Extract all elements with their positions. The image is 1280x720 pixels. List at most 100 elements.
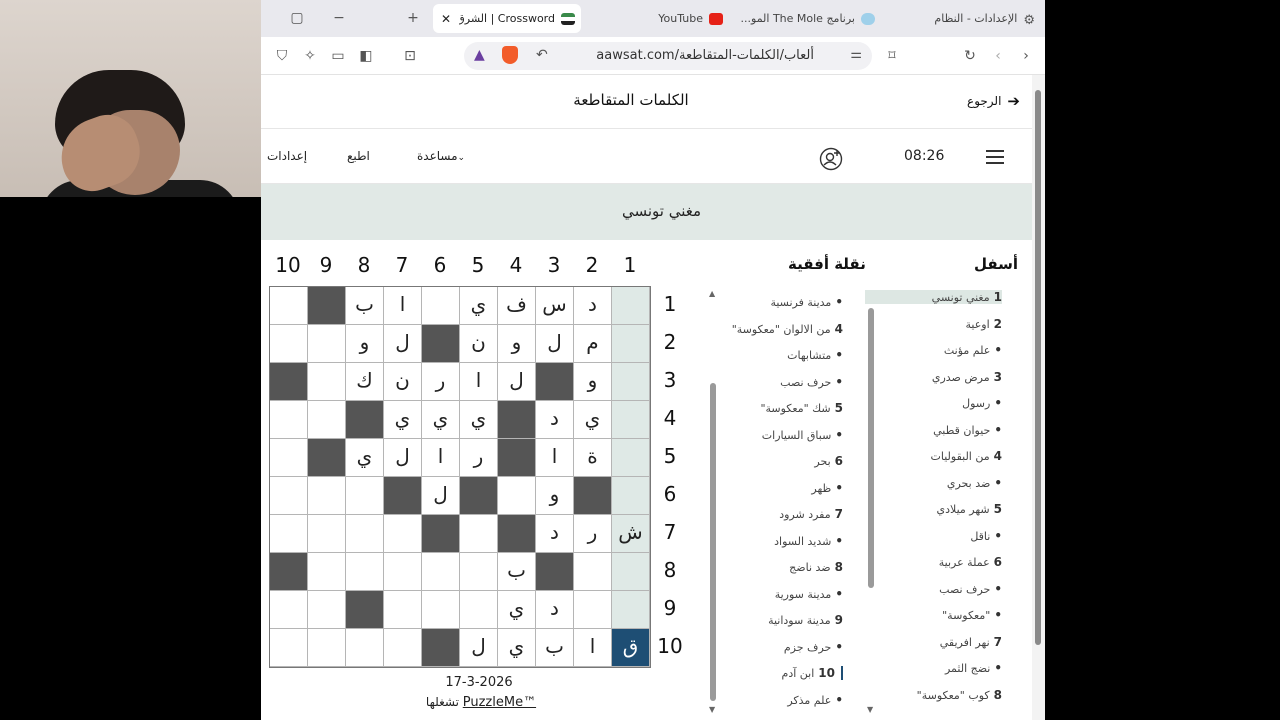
grid-cell[interactable]: ا bbox=[460, 363, 498, 401]
tab-the-mole[interactable]: برنامج The Mole المو... bbox=[741, 4, 881, 33]
extensions-icon[interactable]: ✧ bbox=[301, 47, 319, 65]
grid-cell[interactable] bbox=[270, 477, 308, 515]
grid-cell[interactable]: ب bbox=[346, 287, 384, 325]
grid-cell[interactable]: ي bbox=[422, 401, 460, 439]
clue-item[interactable]: 1مغني تونسي bbox=[865, 290, 1002, 304]
url-text[interactable]: aawsat.com/ألعاب/الكلمات-المتقاطعة bbox=[596, 48, 814, 63]
grid-cell[interactable]: ي bbox=[498, 629, 536, 667]
grid-cell[interactable] bbox=[384, 629, 422, 667]
clue-item[interactable]: •ظهر bbox=[811, 481, 843, 495]
clue-item[interactable]: 2اوعية bbox=[965, 317, 1002, 331]
clue-item[interactable]: •علم مذكر bbox=[787, 693, 843, 707]
grid-cell[interactable]: د bbox=[536, 401, 574, 439]
grid-cell[interactable] bbox=[574, 553, 612, 591]
scroll-down-icon[interactable]: ▼ bbox=[709, 705, 715, 714]
grid-cell[interactable]: ي bbox=[384, 401, 422, 439]
grid-cell[interactable] bbox=[574, 591, 612, 629]
grid-cell[interactable]: س bbox=[536, 287, 574, 325]
restore-window-icon[interactable]: ▢ bbox=[289, 10, 305, 26]
grid-cell[interactable]: ن bbox=[384, 363, 422, 401]
site-settings-icon[interactable]: ⚌ bbox=[850, 47, 862, 62]
grid-cell[interactable]: ب bbox=[536, 629, 574, 667]
clue-item[interactable]: •علم مؤنث bbox=[944, 343, 1002, 357]
bookmark-icon[interactable]: ⌑ bbox=[883, 47, 901, 65]
grid-cell[interactable] bbox=[308, 629, 346, 667]
grid-cell[interactable] bbox=[346, 629, 384, 667]
clue-item[interactable]: •مدينة فرنسية bbox=[770, 295, 843, 309]
scroll-down-icon[interactable]: ▼ bbox=[867, 705, 873, 714]
clue-item[interactable]: •رسول bbox=[962, 396, 1002, 410]
grid-cell[interactable]: م bbox=[574, 325, 612, 363]
grid-cell[interactable]: ب bbox=[498, 553, 536, 591]
forward-icon[interactable]: ‹ bbox=[989, 47, 1007, 65]
back-icon[interactable]: › bbox=[1017, 47, 1035, 65]
close-tab-icon[interactable]: ✕ bbox=[441, 12, 451, 26]
grid-cell[interactable]: ي bbox=[460, 287, 498, 325]
print-menu[interactable]: اطبع bbox=[347, 149, 370, 163]
grid-cell[interactable] bbox=[612, 287, 650, 325]
grid-cell[interactable]: و bbox=[536, 477, 574, 515]
grid-cell[interactable] bbox=[422, 591, 460, 629]
grid-cell[interactable] bbox=[308, 325, 346, 363]
grid-cell[interactable]: د bbox=[536, 591, 574, 629]
clue-item[interactable]: 3مرض صدري bbox=[932, 370, 1002, 384]
grid-cell[interactable] bbox=[308, 591, 346, 629]
grid-cell[interactable]: ل bbox=[536, 325, 574, 363]
grid-cell[interactable]: ر bbox=[574, 515, 612, 553]
clue-item[interactable]: 8كوب "معكوسة" bbox=[917, 688, 1002, 702]
down-clues-scrollbar[interactable]: ▼ bbox=[867, 293, 875, 714]
shield-icon[interactable]: ⛉ bbox=[273, 47, 291, 65]
grid-cell[interactable] bbox=[346, 477, 384, 515]
clue-item[interactable]: •حرف جزم bbox=[784, 640, 843, 654]
vpn-triangle-icon[interactable]: ▲ bbox=[474, 47, 485, 63]
grid-cell[interactable]: ق bbox=[612, 629, 650, 667]
page-scrollbar[interactable] bbox=[1032, 75, 1045, 720]
clue-item[interactable]: •سباق السيارات bbox=[762, 428, 843, 442]
clue-item[interactable]: •حيوان قطبي bbox=[933, 423, 1002, 437]
clue-item[interactable]: 9مدينة سودانية bbox=[768, 613, 843, 627]
crossword-grid[interactable]: بايفسدولنولمكنرالويييدييلاراةلودرشبيدليب… bbox=[269, 286, 651, 668]
grid-cell[interactable] bbox=[422, 553, 460, 591]
grid-cell[interactable] bbox=[612, 401, 650, 439]
grid-cell[interactable]: ل bbox=[422, 477, 460, 515]
clue-item[interactable]: 10ابن آدم bbox=[782, 666, 843, 680]
tab-settings-system[interactable]: ⚙ الإعدادات - النظام bbox=[891, 4, 1041, 33]
reader-mode-icon[interactable]: ⊡ bbox=[401, 47, 419, 65]
scroll-up-icon[interactable]: ▲ bbox=[709, 289, 715, 298]
grid-cell[interactable] bbox=[346, 553, 384, 591]
clue-item[interactable]: 6بحر bbox=[814, 454, 843, 468]
grid-cell[interactable] bbox=[270, 439, 308, 477]
back-link[interactable]: ➔ الرجوع bbox=[967, 92, 1020, 110]
share-icon[interactable]: ↶ bbox=[536, 47, 548, 63]
grid-cell[interactable] bbox=[270, 287, 308, 325]
grid-cell[interactable] bbox=[612, 439, 650, 477]
grid-cell[interactable] bbox=[308, 515, 346, 553]
grid-cell[interactable] bbox=[612, 477, 650, 515]
clue-item[interactable]: 4من البقوليات bbox=[931, 449, 1002, 463]
grid-cell[interactable] bbox=[270, 325, 308, 363]
help-menu[interactable]: مساعدة⌄ bbox=[417, 149, 465, 163]
clue-item[interactable]: •شديد السواد bbox=[774, 534, 843, 548]
grid-cell[interactable]: ي bbox=[498, 591, 536, 629]
tab-crossword[interactable]: Crossword | الشرق الأوسط ✕ bbox=[433, 4, 581, 33]
across-clues-scrollbar[interactable]: ▲ ▼ bbox=[709, 289, 717, 714]
grid-cell[interactable] bbox=[308, 553, 346, 591]
grid-cell[interactable]: ف bbox=[498, 287, 536, 325]
brave-shields-icon[interactable] bbox=[502, 46, 518, 64]
grid-cell[interactable]: و bbox=[498, 325, 536, 363]
clue-item[interactable]: •مدينة سورية bbox=[775, 587, 843, 601]
grid-cell[interactable] bbox=[422, 287, 460, 325]
grid-cell[interactable] bbox=[270, 401, 308, 439]
grid-cell[interactable]: ل bbox=[384, 325, 422, 363]
grid-cell[interactable] bbox=[612, 591, 650, 629]
grid-cell[interactable] bbox=[498, 477, 536, 515]
clue-item[interactable]: •ناقل bbox=[970, 529, 1002, 543]
reload-icon[interactable]: ↻ bbox=[961, 47, 979, 65]
grid-cell[interactable]: و bbox=[574, 363, 612, 401]
clue-item[interactable]: 5شك "معكوسة" bbox=[760, 401, 843, 415]
grid-cell[interactable]: ر bbox=[460, 439, 498, 477]
grid-cell[interactable]: ي bbox=[460, 401, 498, 439]
grid-cell[interactable] bbox=[270, 515, 308, 553]
grid-cell[interactable]: ا bbox=[422, 439, 460, 477]
grid-cell[interactable]: ا bbox=[384, 287, 422, 325]
